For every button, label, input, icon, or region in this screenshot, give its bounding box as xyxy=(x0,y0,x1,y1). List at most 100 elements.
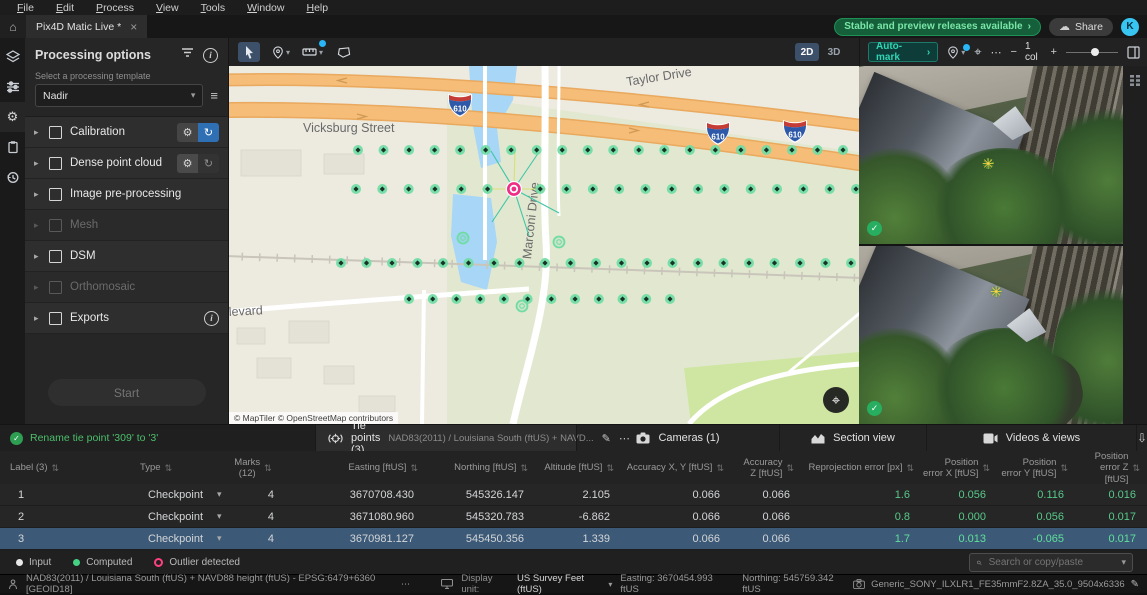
display-unit-select[interactable]: US Survey Feet (ftUS)▾ xyxy=(517,573,612,595)
tie-point-marker[interactable] xyxy=(710,145,720,155)
expand-arrow-icon[interactable]: ▸ xyxy=(34,251,41,262)
home-button[interactable]: ⌂ xyxy=(0,15,26,38)
tie-point-marker[interactable] xyxy=(377,184,387,194)
tie-point-marker[interactable] xyxy=(404,145,414,155)
tie-point-marker[interactable] xyxy=(668,258,678,268)
info-icon[interactable]: i xyxy=(203,48,218,63)
column-header[interactable]: Easting [ftUS]⇅ xyxy=(284,462,424,473)
expand-arrow-icon[interactable]: ▸ xyxy=(34,313,41,324)
section-gear-icon[interactable]: ⚙ xyxy=(177,123,198,142)
tie-point-marker[interactable] xyxy=(693,184,703,194)
layout-panel-icon[interactable] xyxy=(1127,46,1140,59)
tie-point-marker[interactable] xyxy=(812,145,822,155)
menu-help[interactable]: Help xyxy=(295,2,339,14)
tie-point-marker[interactable] xyxy=(591,258,601,268)
tie-point-marker[interactable] xyxy=(336,258,346,268)
section-mesh[interactable]: ▸Mesh xyxy=(25,210,228,241)
sort-icon[interactable]: ⇅ xyxy=(264,463,272,474)
sort-icon[interactable]: ⇅ xyxy=(982,463,990,474)
sort-icon[interactable]: ⇅ xyxy=(520,463,528,474)
table-row[interactable]: 2Checkpoint▾43671080.960545320.783-6.862… xyxy=(0,506,1147,528)
tie-point-marker[interactable] xyxy=(499,294,509,304)
edit-camera-icon[interactable]: ✎ xyxy=(1131,579,1139,590)
tie-point-marker[interactable] xyxy=(570,294,580,304)
tie-point-marker[interactable] xyxy=(362,258,372,268)
menu-tools[interactable]: Tools xyxy=(190,2,237,14)
tie-point-marker[interactable] xyxy=(428,294,438,304)
column-header[interactable]: Accuracy X, Y [ftUS]⇅ xyxy=(620,462,730,473)
thumbnail-size-slider[interactable] xyxy=(1066,47,1118,57)
column-header[interactable]: Reprojection error [px]⇅ xyxy=(800,462,920,473)
tie-point-marker[interactable] xyxy=(761,145,771,155)
tie-point-marker[interactable] xyxy=(772,184,782,194)
expand-arrow-icon[interactable]: ▸ xyxy=(34,189,41,200)
tie-point-marker[interactable] xyxy=(685,145,695,155)
section-refresh-icon[interactable]: ↻ xyxy=(198,123,219,142)
type-select-cell[interactable]: Checkpoint▾ xyxy=(140,489,228,501)
column-header[interactable]: Positionerror Y [ftUS]⇅ xyxy=(996,457,1074,480)
section-checkbox[interactable] xyxy=(49,281,62,294)
add-tie-point-button[interactable]: ▾ xyxy=(271,42,291,62)
table-row[interactable]: 1Checkpoint▾43670708.430545326.1472.1050… xyxy=(0,484,1147,506)
tie-point-marker[interactable] xyxy=(659,145,669,155)
tie-point-marker[interactable] xyxy=(535,184,545,194)
column-header[interactable]: Altitude [ftUS]⇅ xyxy=(534,462,620,473)
sort-icon[interactable]: ⇅ xyxy=(52,463,60,474)
tie-point-marker[interactable] xyxy=(430,184,440,194)
section-checkbox[interactable] xyxy=(49,126,62,139)
selected-tie-point-marker[interactable] xyxy=(506,182,521,197)
auto-target-button[interactable]: ⌖ xyxy=(974,44,981,60)
crs-more-button[interactable]: ⋯ xyxy=(401,579,412,590)
column-header[interactable]: Type⇅ xyxy=(140,462,228,473)
filter-icon[interactable] xyxy=(181,46,194,64)
section-checkbox[interactable] xyxy=(49,312,62,325)
section-checkbox[interactable] xyxy=(49,219,62,232)
tab-cameras[interactable]: Cameras (1) xyxy=(576,425,779,451)
tie-point-marker[interactable] xyxy=(744,258,754,268)
type-select-cell[interactable]: Checkpoint▾ xyxy=(140,533,228,545)
search-box[interactable]: ⌕ ▾ xyxy=(969,553,1133,572)
view-3d-button[interactable]: 3D xyxy=(822,43,846,61)
tie-point-marker[interactable] xyxy=(456,184,466,194)
section-checkbox[interactable] xyxy=(49,157,62,170)
share-button[interactable]: ☁ Share xyxy=(1049,18,1113,36)
chevron-down-icon[interactable]: ▾ xyxy=(217,533,222,544)
chevron-down-icon[interactable]: ▾ xyxy=(217,511,222,522)
tie-point-marker[interactable] xyxy=(583,145,593,155)
tie-point-marker[interactable] xyxy=(557,145,567,155)
column-header[interactable]: Northing [ftUS]⇅ xyxy=(424,462,534,473)
layers-icon[interactable] xyxy=(0,42,25,72)
tie-point-marker[interactable] xyxy=(846,258,856,268)
chevron-down-icon[interactable]: ▾ xyxy=(217,489,222,500)
processing-gear-icon[interactable]: ⚙ xyxy=(0,102,25,132)
sort-icon[interactable]: ⇅ xyxy=(716,463,724,474)
tie-point-marker[interactable] xyxy=(634,145,644,155)
tie-point-marker[interactable] xyxy=(430,145,440,155)
section-checkbox[interactable] xyxy=(49,188,62,201)
tie-point-marker[interactable] xyxy=(838,145,848,155)
sort-icon[interactable]: ⇅ xyxy=(1060,463,1068,474)
tie-point-marker[interactable] xyxy=(719,184,729,194)
tie-point-marker[interactable] xyxy=(413,258,423,268)
section-dsm[interactable]: ▸DSM xyxy=(25,241,228,272)
tune-icon[interactable] xyxy=(0,72,25,102)
menu-view[interactable]: View xyxy=(145,2,190,14)
tie-point-marker[interactable] xyxy=(770,258,780,268)
section-checkbox[interactable] xyxy=(49,250,62,263)
tie-point-marker[interactable] xyxy=(506,145,516,155)
tab-tie-points[interactable]: Tie points (3) NAD83(2011) / Louisiana S… xyxy=(315,425,576,451)
column-header[interactable]: Marks(12)⇅ xyxy=(228,457,284,480)
tie-point-marker[interactable] xyxy=(640,184,650,194)
tie-point-marker[interactable] xyxy=(481,145,491,155)
releases-button[interactable]: Stable and preview releases available › xyxy=(834,18,1041,36)
menu-window[interactable]: Window xyxy=(236,2,295,14)
close-tab-icon[interactable]: × xyxy=(130,20,137,34)
tie-point-marker[interactable] xyxy=(540,258,550,268)
expand-arrow-icon[interactable]: ▸ xyxy=(34,282,41,293)
tie-point-marker[interactable] xyxy=(795,258,805,268)
image-tile-2[interactable]: ✳✳ ✓ xyxy=(859,244,1123,424)
tie-point-marker[interactable] xyxy=(825,184,835,194)
column-header[interactable]: Label (3)⇅ xyxy=(10,462,140,473)
tie-point-marker[interactable] xyxy=(489,258,499,268)
increase-columns-button[interactable]: + xyxy=(1051,46,1057,58)
